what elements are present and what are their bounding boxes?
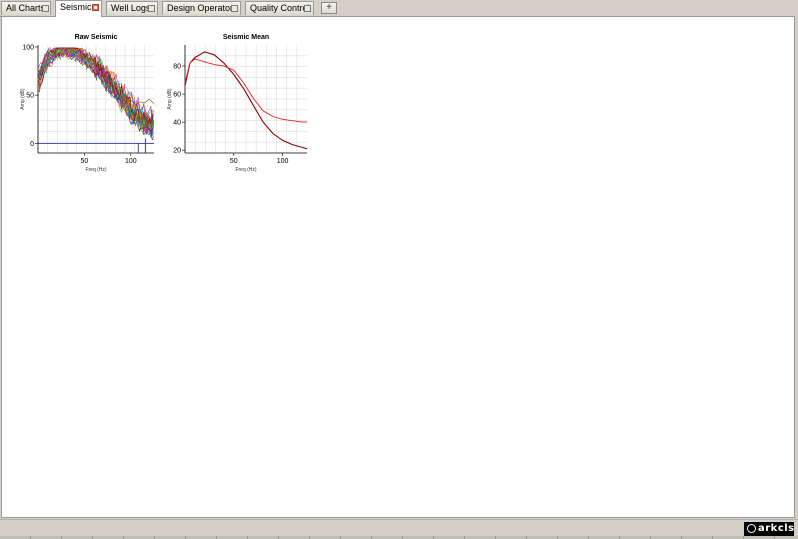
logo-mark-icon (747, 524, 756, 533)
x-tick-label: 50 (230, 158, 238, 165)
close-icon[interactable] (304, 5, 311, 12)
tab-quality-control[interactable]: Quality Control (245, 1, 314, 15)
tab-label: Seismic (60, 2, 92, 12)
x-axis-label: Freq (Hz) (85, 167, 106, 173)
chart-title: Seismic Mean (223, 34, 269, 41)
x-tick-label: 50 (81, 158, 89, 165)
tab-label: Design Operators (167, 3, 238, 13)
tab-seismic[interactable]: Seismic (55, 0, 102, 17)
close-icon[interactable] (92, 4, 99, 11)
tab-design-operators[interactable]: Design Operators (162, 1, 241, 15)
y-axis-label: Amp (dB) (20, 88, 26, 109)
tab-bar: All Charts Seismic Well Logs Design Oper… (0, 0, 798, 17)
chart-panel: Raw Seismic Freq (Hz) Amp (dB) 50 100 0 50 100 … (1, 16, 795, 518)
tab-well-logs[interactable]: Well Logs (106, 1, 158, 15)
seismic-mean-chart: Seismic Mean Freq (Hz) Amp (dB) 50 100 20 40 60… (167, 34, 308, 173)
chart-title: Raw Seismic (75, 34, 118, 41)
close-icon[interactable] (148, 5, 155, 12)
y-tick-label: 50 (26, 93, 34, 100)
y-tick-label: 40 (173, 120, 181, 127)
tab-label: Well Logs (111, 3, 151, 13)
x-tick-label: 100 (277, 158, 289, 165)
tab-all-charts[interactable]: All Charts (1, 1, 51, 15)
raw-seismic-chart: Raw SeismicFreq (Hz)Amp (dB)50 100050100 (20, 34, 155, 173)
logo-text: arkcls (758, 523, 795, 534)
y-axis-label: Amp (dB) (167, 88, 173, 109)
close-icon[interactable] (231, 5, 238, 12)
y-tick-label: 0 (30, 141, 34, 148)
y-tick-label: 100 (22, 44, 34, 51)
x-axis-label: Freq (Hz) (235, 167, 256, 173)
tab-label: All Charts (6, 3, 46, 13)
add-tab-button[interactable]: + (321, 2, 337, 14)
x-tick-label: 100 (125, 158, 137, 165)
y-tick-label: 60 (173, 92, 181, 99)
close-icon[interactable] (42, 5, 49, 12)
status-bar: arkcls (0, 519, 798, 539)
company-logo: arkcls (744, 522, 794, 536)
tab-label: Quality Control (250, 3, 310, 13)
y-tick-label: 80 (173, 64, 181, 71)
y-tick-label: 20 (173, 148, 181, 155)
